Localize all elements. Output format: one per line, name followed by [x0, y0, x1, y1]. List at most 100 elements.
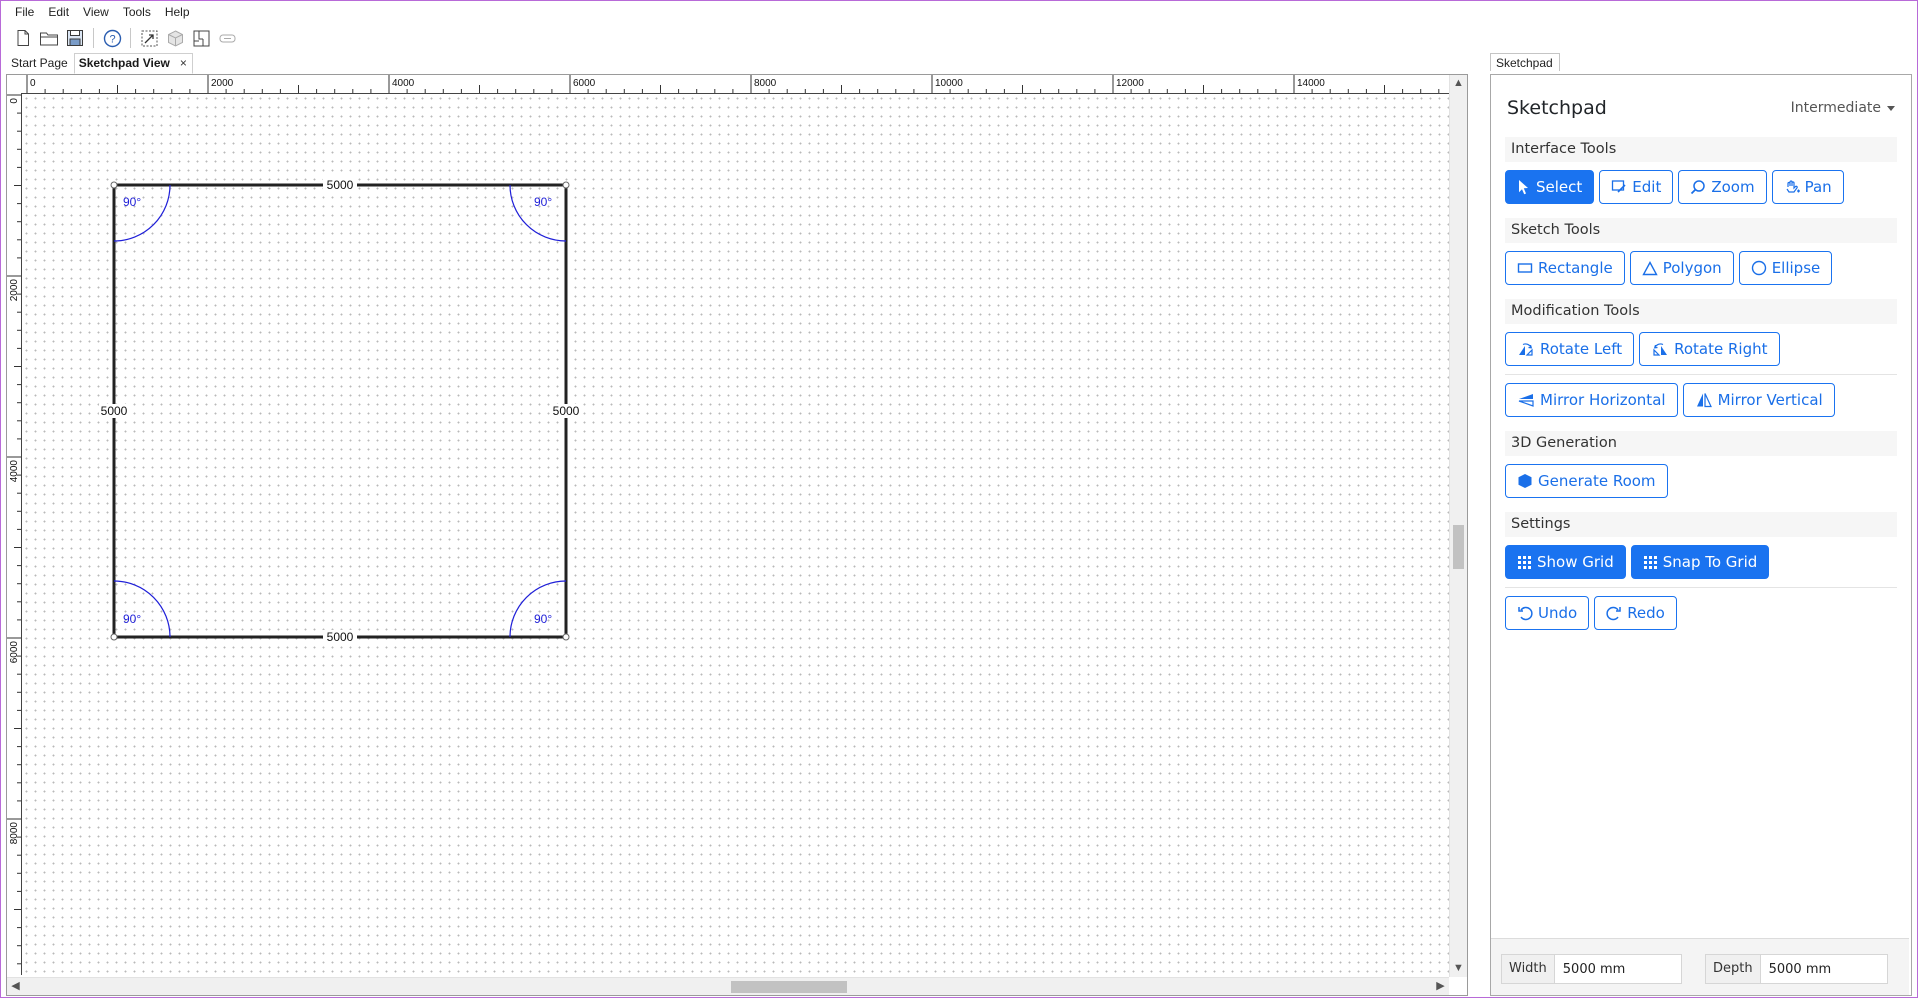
room-sketch[interactable]: 5000 5000 5000 5000 90° 90° 90° 90° — [7, 75, 1449, 975]
snap-to-grid-button[interactable]: Snap To Grid — [1630, 545, 1770, 579]
generate-room-button[interactable]: Generate Room — [1505, 464, 1668, 498]
pane-body: Interface Tools Select Edit Zoom Pan Ske… — [1505, 137, 1897, 644]
undo-icon — [1518, 606, 1533, 621]
mirror-vertical-icon — [1696, 393, 1712, 408]
horizontal-scroll-thumb[interactable] — [731, 981, 847, 993]
snap-to-grid-button-label: Snap To Grid — [1662, 553, 1758, 571]
menu-help[interactable]: Help — [159, 2, 198, 22]
angle-label: 90° — [534, 195, 552, 209]
depth-field-group: Depth — [1705, 954, 1888, 984]
vertical-scrollbar[interactable]: ▲ ▼ — [1449, 75, 1467, 977]
rotate-left-icon — [1519, 343, 1533, 356]
tab-start-page[interactable]: Start Page — [6, 53, 74, 74]
polygon-button[interactable]: Polygon — [1629, 251, 1734, 285]
toolbar: ? — [10, 26, 240, 50]
depth-input[interactable] — [1760, 955, 1887, 983]
menu-bar: File Edit View Tools Help — [9, 2, 198, 22]
select-button-label: Select — [1536, 178, 1583, 196]
menu-view[interactable]: View — [77, 2, 117, 22]
section-modification-tools: Modification Tools Rotate Left Rotate Ri… — [1505, 299, 1897, 417]
wall-length-left: 5000 — [101, 404, 128, 418]
section-sketch-tools: Sketch Tools Rectangle Polygon Ellipse — [1505, 218, 1897, 285]
menu-file[interactable]: File — [9, 2, 42, 22]
tab-sketchpad-view[interactable]: Sketchpad View × — [73, 53, 193, 74]
open-folder-icon[interactable] — [36, 26, 62, 50]
undo-button[interactable]: Undo — [1505, 596, 1590, 630]
redo-button[interactable]: Redo — [1594, 596, 1677, 630]
zoom-button[interactable]: Zoom — [1678, 170, 1767, 204]
search-icon — [1691, 180, 1706, 195]
width-input[interactable] — [1554, 955, 1681, 983]
angle-arc — [509, 184, 567, 242]
show-grid-button[interactable]: Show Grid — [1505, 545, 1626, 579]
angle-arc — [113, 184, 171, 242]
tab-sketchpad-label: Sketchpad View — [78, 56, 170, 70]
help-icon[interactable]: ? — [99, 26, 125, 50]
chevron-down-icon — [1887, 105, 1895, 111]
width-field-group: Width — [1501, 954, 1682, 984]
link-icon[interactable] — [214, 26, 240, 50]
scroll-up-icon[interactable]: ▲ — [1450, 75, 1467, 92]
section-3d-generation: 3D Generation Generate Room — [1505, 431, 1897, 498]
select-button[interactable]: Select — [1505, 170, 1595, 204]
vertical-scroll-thumb[interactable] — [1453, 525, 1464, 569]
select-area-icon[interactable] — [136, 26, 162, 50]
mirror-horizontal-button[interactable]: Mirror Horizontal — [1505, 383, 1678, 417]
room-outline[interactable] — [112, 183, 568, 639]
section-heading: 3D Generation — [1505, 431, 1897, 456]
close-icon[interactable]: × — [180, 56, 187, 70]
menu-tools[interactable]: Tools — [117, 2, 159, 22]
section-heading: Modification Tools — [1505, 299, 1897, 324]
wall-length-right: 5000 — [553, 404, 580, 418]
tab-sketchpad-pane[interactable]: Sketchpad — [1490, 53, 1560, 71]
edit-button[interactable]: Edit — [1599, 170, 1674, 204]
level-dropdown[interactable]: Intermediate — [1791, 100, 1895, 116]
vertex-handle — [562, 633, 570, 641]
pan-button-label: Pan — [1804, 178, 1832, 196]
sketch-canvas[interactable]: 0 2000 4000 6000 8000 10000 12000 14000 0 2000 40… — [6, 74, 1468, 996]
pane-title: Sketchpad — [1507, 97, 1607, 119]
scroll-left-icon[interactable]: ◀ — [7, 978, 24, 995]
menu-edit[interactable]: Edit — [42, 2, 77, 22]
hand-icon — [1786, 180, 1800, 193]
zoom-button-label: Zoom — [1711, 178, 1755, 196]
horizontal-scrollbar[interactable]: ◀ ▶ — [7, 977, 1449, 995]
floorplan-icon[interactable] — [188, 26, 214, 50]
triangle-icon — [1642, 260, 1658, 275]
section-heading: Sketch Tools — [1505, 218, 1897, 243]
sketchpad-pane: Sketchpad Intermediate Interface Tools S… — [1490, 74, 1912, 996]
scroll-down-icon[interactable]: ▼ — [1450, 960, 1467, 977]
pan-button[interactable]: Pan — [1771, 170, 1844, 204]
new-file-icon[interactable] — [10, 26, 36, 50]
section-heading: Interface Tools — [1505, 137, 1897, 162]
angle-label: 90° — [534, 612, 552, 626]
angle-label: 90° — [123, 612, 141, 626]
scroll-right-icon[interactable]: ▶ — [1432, 978, 1449, 995]
angle-arc — [113, 580, 171, 638]
dimensions-footer: Width Depth — [1491, 938, 1909, 995]
rotate-left-button-label: Rotate Left — [1540, 340, 1623, 358]
grid-icon — [1518, 555, 1531, 569]
rectangle-button[interactable]: Rectangle — [1505, 251, 1625, 285]
edit-button-label: Edit — [1632, 178, 1662, 196]
save-icon[interactable] — [62, 26, 88, 50]
polygon-button-label: Polygon — [1662, 259, 1722, 277]
toolbar-separator — [130, 28, 131, 48]
rotate-right-button[interactable]: Rotate Right — [1639, 332, 1780, 366]
section-heading: Settings — [1505, 512, 1897, 537]
show-grid-button-label: Show Grid — [1537, 553, 1614, 571]
redo-icon — [1606, 606, 1621, 621]
section-interface-tools: Interface Tools Select Edit Zoom Pan — [1505, 137, 1897, 204]
cube-icon — [1518, 474, 1532, 488]
level-dropdown-label: Intermediate — [1790, 100, 1881, 116]
ellipse-button[interactable]: Ellipse — [1738, 251, 1833, 285]
rotate-left-button[interactable]: Rotate Left — [1505, 332, 1635, 366]
angle-label: 90° — [123, 195, 141, 209]
cube-icon[interactable] — [162, 26, 188, 50]
pane-header: Sketchpad Intermediate — [1507, 93, 1895, 123]
mirror-vertical-button[interactable]: Mirror Vertical — [1682, 383, 1835, 417]
rotate-right-button-label: Rotate Right — [1674, 340, 1768, 358]
section-settings: Settings Show Grid Snap To Grid Undo Red… — [1505, 512, 1897, 630]
rectangle-button-label: Rectangle — [1538, 259, 1613, 277]
redo-button-label: Redo — [1627, 604, 1665, 622]
